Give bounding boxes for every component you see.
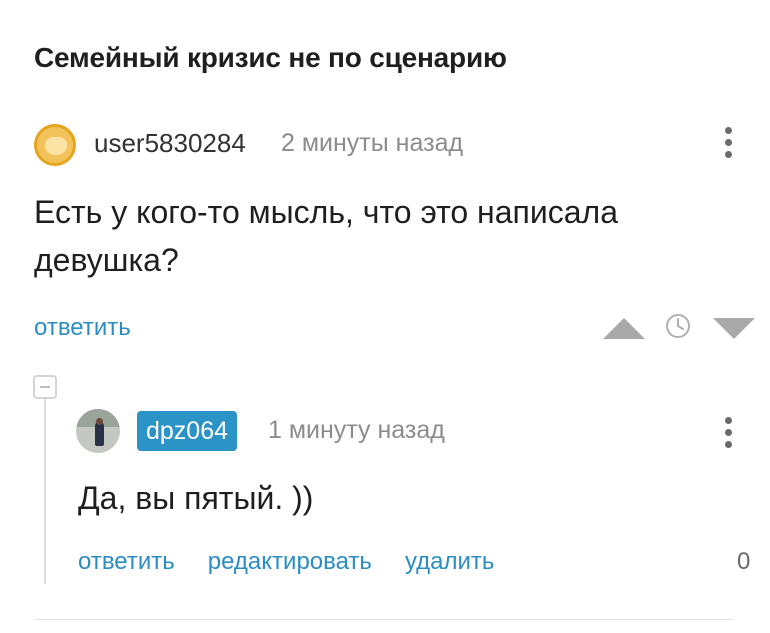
reply-avatar[interactable] [76,409,120,453]
edit-button[interactable]: редактировать [208,548,372,576]
reply-author-badge[interactable]: dpz064 [137,411,238,451]
rating-count: 0 [737,548,751,575]
vote-down-icon[interactable] [713,318,755,339]
thread-line[interactable] [44,399,46,584]
clock-icon[interactable] [665,313,691,339]
reply-actions: ответить редактировать удалить [78,548,494,576]
avatar-face-icon [45,137,67,155]
comment-author[interactable]: user5830284 [94,128,246,159]
reply-reply-button[interactable]: ответить [78,548,175,576]
comment-time[interactable]: 2 минуты назад [281,129,463,158]
divider [34,619,734,620]
delete-button[interactable]: удалить [405,548,494,576]
reply-menu-icon[interactable] [724,417,732,448]
reply-button[interactable]: ответить [34,314,131,342]
collapse-thread-icon[interactable] [33,375,57,399]
comment-text: Есть у кого-то мысль, что это написала д… [34,194,618,278]
reply-time[interactable]: 1 минуту назад [268,416,445,445]
vote-up-icon[interactable] [603,318,645,339]
post-title[interactable]: Семейный кризис не по сценарию [34,42,507,74]
reply-text: Да, вы пятый. )) [78,480,314,516]
user-avatar[interactable] [34,124,76,166]
comment-menu-icon[interactable] [724,127,732,158]
